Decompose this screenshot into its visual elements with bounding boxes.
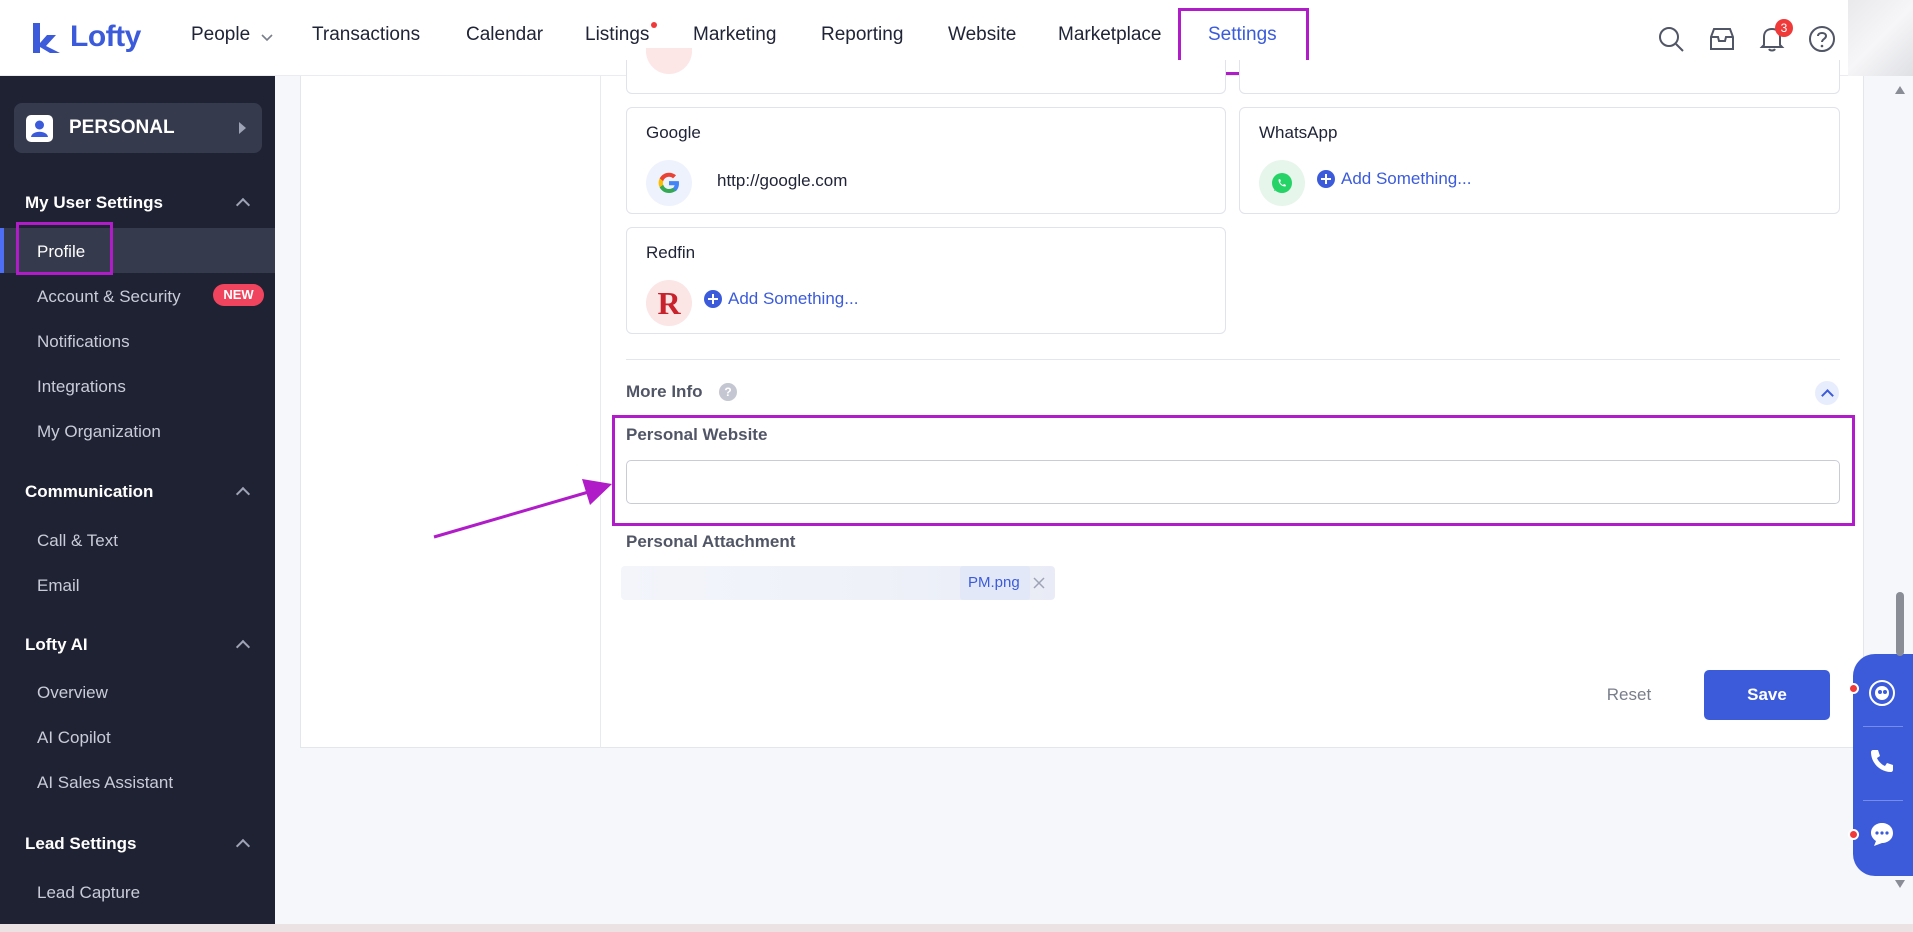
card-title-google: Google bbox=[646, 123, 701, 142]
card-title-redfin: Redfin bbox=[646, 243, 696, 262]
redfin-add-label: Add Something... bbox=[728, 289, 859, 308]
search-icon[interactable] bbox=[1657, 25, 1685, 53]
sidebar-item-my-organization[interactable]: My Organization bbox=[37, 422, 161, 442]
sidebar-item-overview[interactable]: Overview bbox=[37, 683, 108, 703]
section-lead-settings[interactable]: Lead Settings bbox=[25, 834, 136, 854]
sidebar-item-ai-sales-assistant[interactable]: AI Sales Assistant bbox=[37, 773, 173, 793]
question-icon[interactable]: ? bbox=[719, 383, 737, 401]
page-scrollbar[interactable] bbox=[1892, 76, 1913, 924]
whatsapp-add-link[interactable]: Add Something... bbox=[1317, 169, 1471, 189]
sidebar-item-ai-copilot[interactable]: AI Copilot bbox=[37, 728, 111, 748]
nav-transactions[interactable]: Transactions bbox=[312, 24, 420, 46]
lofty-logo-text: Lofty bbox=[70, 20, 141, 53]
sidebar-item-profile[interactable]: Profile bbox=[37, 242, 85, 262]
remove-attachment-icon[interactable] bbox=[1031, 575, 1047, 591]
personal-website-input[interactable] bbox=[626, 460, 1840, 504]
personal-attachment-label: Personal Attachment bbox=[626, 532, 796, 551]
sidebar-item-account-security[interactable]: Account & Security bbox=[37, 287, 181, 307]
chat-alert-dot bbox=[1848, 829, 1859, 840]
section-divider bbox=[626, 359, 1840, 360]
scroll-up-arrow[interactable] bbox=[1895, 86, 1905, 94]
save-button[interactable]: Save bbox=[1704, 670, 1830, 720]
listings-alert-dot bbox=[651, 22, 658, 28]
plus-circle-icon bbox=[704, 290, 722, 308]
redfin-icon: R bbox=[646, 280, 692, 326]
nav-website[interactable]: Website bbox=[948, 24, 1016, 46]
new-badge: NEW bbox=[213, 284, 264, 306]
nav-marketing[interactable]: Marketing bbox=[693, 24, 776, 46]
social-card-redfin: Redfin R Add Something... bbox=[626, 227, 1226, 334]
redfin-add-link[interactable]: Add Something... bbox=[704, 289, 858, 309]
nav-reporting[interactable]: Reporting bbox=[821, 24, 903, 46]
chevron-down-icon bbox=[261, 34, 273, 42]
social-card-partial bbox=[1239, 60, 1840, 94]
scroll-down-arrow[interactable] bbox=[1895, 880, 1905, 888]
google-link-value[interactable]: http://google.com bbox=[717, 171, 847, 191]
attachment-file-name[interactable]: PM.png bbox=[960, 566, 1030, 600]
lofty-logo-icon bbox=[33, 23, 60, 53]
notification-count-badge: 3 bbox=[1775, 19, 1793, 37]
content-divider bbox=[600, 76, 601, 748]
whatsapp-add-label: Add Something... bbox=[1341, 169, 1472, 188]
nav-people[interactable]: People bbox=[191, 24, 250, 46]
sidebar-item-email[interactable]: Email bbox=[37, 576, 80, 596]
lofty-logo[interactable]: Lofty bbox=[30, 19, 141, 55]
chevron-up-icon[interactable] bbox=[235, 197, 251, 213]
google-icon bbox=[646, 160, 692, 206]
nav-listings-label: Listings bbox=[585, 24, 650, 45]
reset-button[interactable]: Reset bbox=[1590, 670, 1668, 720]
workspace-label: PERSONAL bbox=[69, 117, 175, 138]
social-card-partial bbox=[626, 48, 1226, 94]
section-lofty-ai[interactable]: Lofty AI bbox=[25, 635, 88, 655]
chevron-up-icon[interactable] bbox=[235, 639, 251, 655]
scrollbar-thumb[interactable] bbox=[1896, 592, 1904, 656]
ai-alert-dot bbox=[1848, 683, 1859, 694]
window-bottom-edge bbox=[0, 924, 1913, 932]
social-icon-partial bbox=[646, 48, 692, 74]
nav-settings[interactable]: Settings bbox=[1208, 24, 1277, 46]
chevron-up-icon[interactable] bbox=[235, 486, 251, 502]
nav-calendar[interactable]: Calendar bbox=[466, 24, 543, 46]
collapse-more-info-button[interactable] bbox=[1815, 381, 1839, 405]
section-communication[interactable]: Communication bbox=[25, 482, 153, 502]
card-title-whatsapp: WhatsApp bbox=[1259, 123, 1338, 142]
more-info-title: More Info bbox=[626, 382, 703, 401]
whatsapp-icon bbox=[1259, 160, 1305, 206]
chevron-up-icon[interactable] bbox=[235, 838, 251, 854]
caret-right-icon bbox=[239, 122, 246, 134]
nav-listings[interactable]: Listings bbox=[585, 22, 658, 46]
workspace-switcher[interactable]: PERSONAL bbox=[14, 103, 262, 153]
social-card-whatsapp: WhatsApp Add Something... bbox=[1239, 107, 1840, 214]
settings-sidebar: PERSONAL My User Settings Profile Accoun… bbox=[0, 76, 275, 924]
sidebar-item-lead-capture[interactable]: Lead Capture bbox=[37, 883, 140, 903]
person-icon bbox=[26, 115, 53, 142]
inbox-icon[interactable] bbox=[1708, 25, 1736, 53]
user-avatar[interactable] bbox=[1848, 0, 1913, 76]
help-icon[interactable] bbox=[1808, 25, 1836, 53]
sidebar-item-call-text[interactable]: Call & Text bbox=[37, 531, 118, 551]
nav-marketplace[interactable]: Marketplace bbox=[1058, 24, 1162, 46]
personal-website-label: Personal Website bbox=[626, 425, 768, 444]
sidebar-item-integrations[interactable]: Integrations bbox=[37, 377, 126, 397]
section-my-user-settings[interactable]: My User Settings bbox=[25, 193, 163, 213]
sidebar-item-notifications[interactable]: Notifications bbox=[37, 332, 130, 352]
plus-circle-icon bbox=[1317, 170, 1335, 188]
social-card-google: Google http://google.com bbox=[626, 107, 1226, 214]
